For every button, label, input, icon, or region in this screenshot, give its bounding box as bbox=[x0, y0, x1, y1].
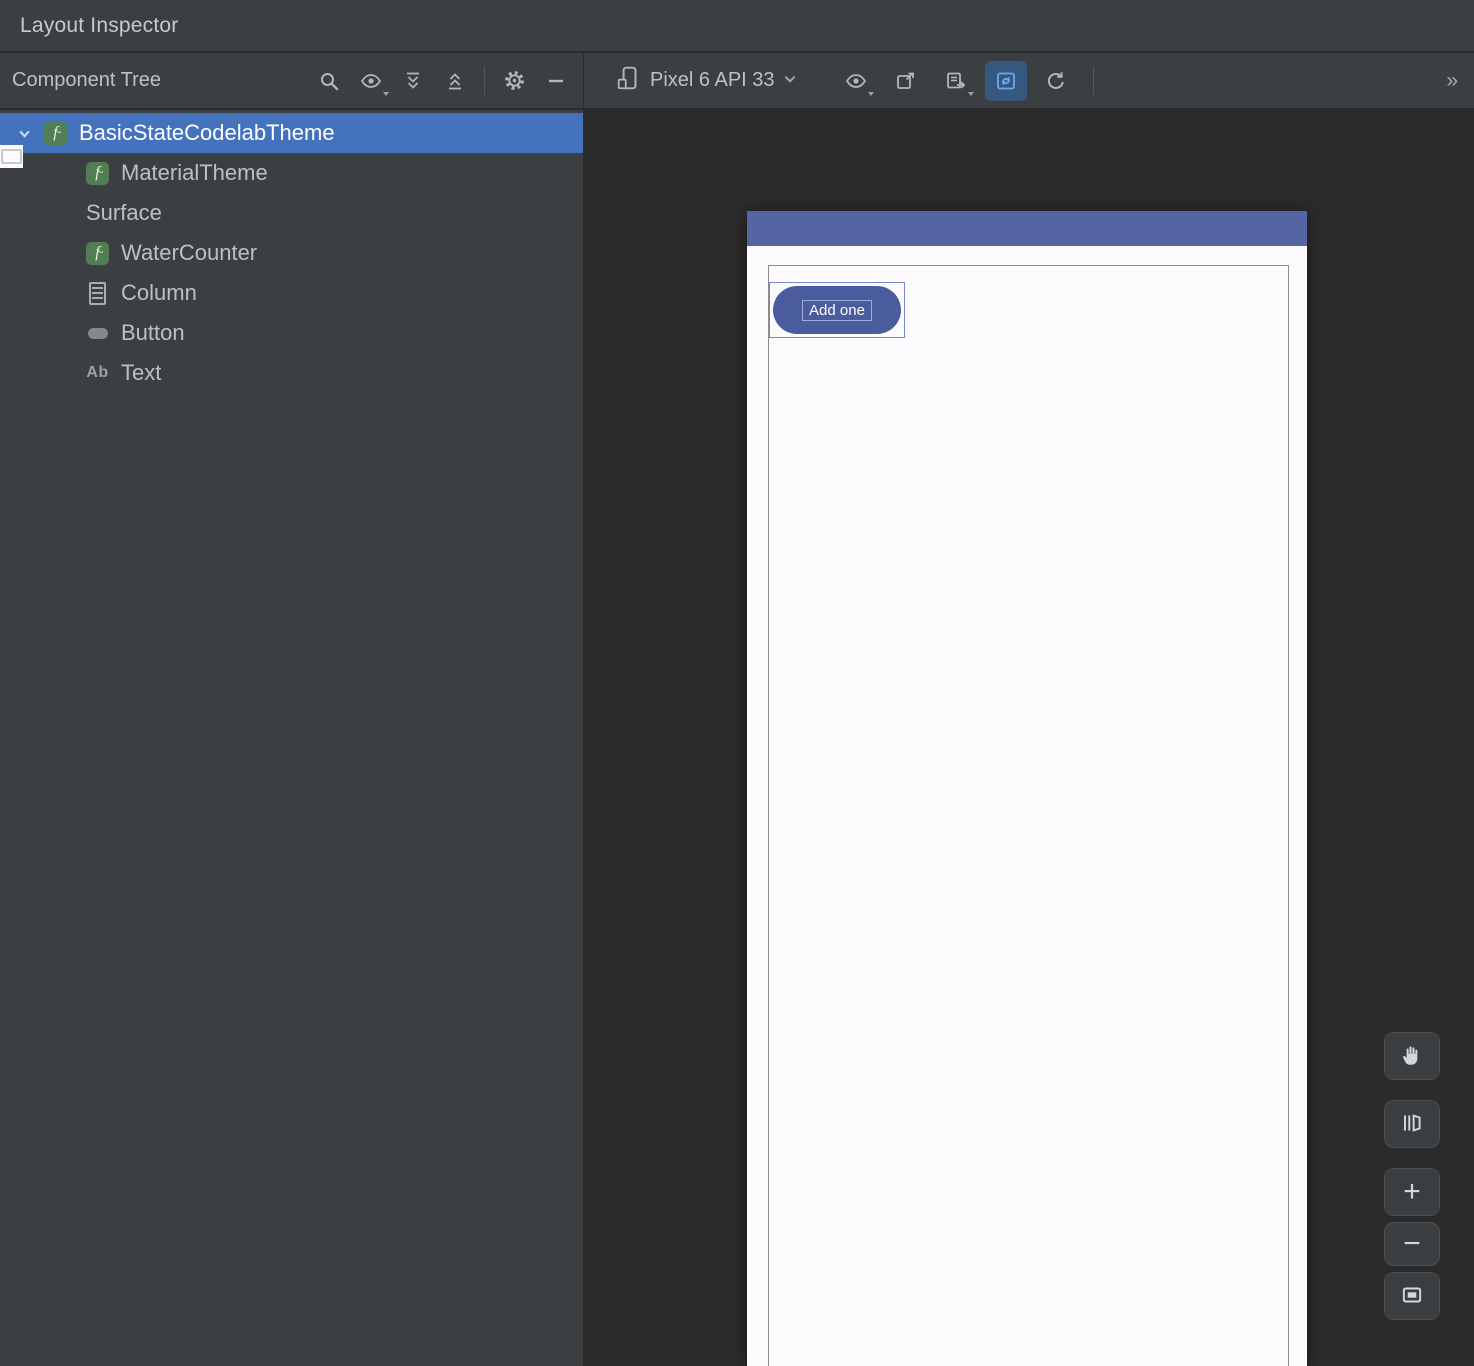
toolbar-overflow-button[interactable]: » bbox=[1446, 69, 1458, 93]
zoom-to-fit-icon bbox=[1399, 1282, 1425, 1311]
minus-icon bbox=[544, 69, 568, 93]
snapshot-icon bbox=[894, 69, 918, 93]
add-one-button[interactable]: Add one bbox=[769, 282, 905, 338]
snapshot-button[interactable] bbox=[885, 61, 927, 101]
export-snapshot-button[interactable] bbox=[935, 61, 977, 101]
device-screen: Add one bbox=[747, 211, 1307, 1366]
canvas-toolbar: Pixel 6 API 33 » bbox=[584, 53, 1474, 108]
search-button[interactable] bbox=[308, 61, 350, 101]
3d-mode-icon bbox=[1399, 1110, 1425, 1139]
tree-item-label: MaterialTheme bbox=[121, 160, 268, 185]
live-updates-toggle[interactable] bbox=[984, 60, 1027, 101]
button-icon bbox=[86, 322, 109, 345]
tree-item-text[interactable]: Ab Text bbox=[0, 353, 583, 393]
hide-panel-button[interactable] bbox=[535, 61, 577, 101]
tree-toolbar: Component Tree bbox=[0, 53, 584, 108]
layout-inspector-window: Layout Inspector Component Tree Pixel 6 … bbox=[0, 0, 1474, 1366]
live-updates-icon bbox=[994, 69, 1018, 93]
tree-item-label: WaterCounter bbox=[121, 240, 258, 265]
export-snapshot-icon bbox=[944, 69, 968, 93]
tree-item-label: Button bbox=[121, 320, 185, 345]
add-one-button-label: Add one bbox=[802, 299, 872, 321]
tree-item-surface[interactable]: Surface bbox=[0, 145, 583, 233]
tree-item-label: BasicStateCodelabTheme bbox=[79, 120, 335, 145]
eye-icon bbox=[844, 69, 868, 93]
toolbar-separator bbox=[1092, 66, 1094, 95]
toolbar-separator bbox=[484, 66, 485, 95]
search-icon bbox=[317, 69, 341, 93]
tree-item-basicstatecodelabtheme[interactable]: f BasicStateCodelabTheme bbox=[0, 113, 583, 153]
column-icon bbox=[86, 282, 109, 305]
eye-icon bbox=[359, 69, 383, 93]
add-one-button-pill: Add one bbox=[773, 286, 901, 334]
tree-item-watercounter[interactable]: f WaterCounter bbox=[0, 233, 583, 273]
chevron-down-icon bbox=[967, 91, 974, 96]
composable-icon: f bbox=[44, 121, 67, 145]
zoom-to-fit-button[interactable] bbox=[1384, 1272, 1440, 1320]
pan-hand-icon bbox=[1399, 1042, 1425, 1071]
expand-all-icon bbox=[401, 69, 425, 93]
device-phone-icon bbox=[616, 65, 642, 97]
device-canvas[interactable]: Add one + − bbox=[585, 110, 1474, 1366]
tree-item-label: Column bbox=[121, 280, 197, 305]
zoom-out-button[interactable]: − bbox=[1384, 1222, 1440, 1266]
main-toolbar: Component Tree Pixel 6 API 33 » bbox=[0, 53, 1474, 109]
device-selector-label: Pixel 6 API 33 bbox=[650, 69, 775, 91]
text-icon: Ab bbox=[86, 364, 109, 381]
window-title: Layout Inspector bbox=[20, 13, 179, 37]
pan-button[interactable] bbox=[1384, 1032, 1440, 1080]
chevron-down-icon bbox=[867, 91, 874, 96]
zoom-in-button[interactable]: + bbox=[1384, 1168, 1440, 1216]
tree-item-label: Surface bbox=[86, 200, 162, 225]
chevron-down-icon bbox=[383, 91, 389, 96]
window-titlebar: Layout Inspector bbox=[0, 0, 1474, 52]
surface-icon bbox=[0, 145, 23, 168]
layout-bounds-rect bbox=[768, 265, 1289, 1366]
expand-all-button[interactable] bbox=[392, 61, 434, 101]
gear-icon bbox=[503, 69, 526, 92]
3d-mode-button[interactable] bbox=[1384, 1100, 1440, 1148]
collapse-all-icon bbox=[443, 69, 467, 93]
settings-button[interactable] bbox=[493, 61, 535, 101]
device-selector[interactable]: Pixel 6 API 33 bbox=[608, 59, 805, 103]
refresh-button[interactable] bbox=[1035, 61, 1077, 101]
composable-icon: f bbox=[86, 241, 109, 265]
chevron-down-icon[interactable] bbox=[12, 121, 36, 145]
collapse-all-button[interactable] bbox=[434, 61, 476, 101]
tree-item-column[interactable]: Column bbox=[0, 273, 583, 313]
tree-item-button[interactable]: Button bbox=[0, 313, 583, 353]
component-tree-title: Component Tree bbox=[12, 69, 161, 91]
tree-item-label: Text bbox=[121, 360, 162, 385]
tree-item-materialtheme[interactable]: f MaterialTheme bbox=[0, 153, 583, 193]
view-options-button[interactable] bbox=[350, 61, 392, 101]
render-options-button[interactable] bbox=[835, 61, 877, 101]
device-app-bar bbox=[747, 211, 1307, 246]
composable-icon: f bbox=[86, 161, 109, 185]
component-tree-panel: f BasicStateCodelabTheme f MaterialTheme… bbox=[0, 110, 584, 1366]
refresh-icon bbox=[1044, 69, 1068, 93]
device-surface[interactable]: Add one bbox=[747, 246, 1307, 1366]
chevron-down-icon bbox=[783, 69, 797, 92]
